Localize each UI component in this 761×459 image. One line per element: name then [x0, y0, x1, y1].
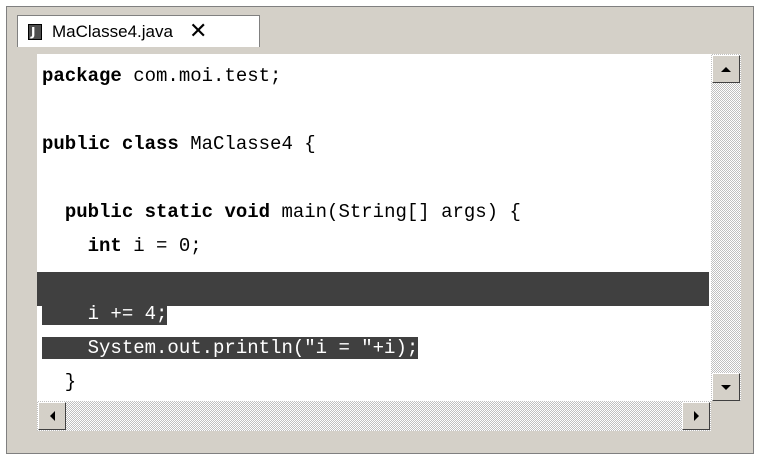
code-line: public class MaClasse4 { [42, 133, 316, 155]
editor-window: J MaClasse4.java ✕ package com.moi.test;… [6, 6, 754, 454]
code-line: } [42, 371, 77, 393]
arrow-up-icon [721, 66, 731, 72]
code-editor[interactable]: package com.moi.test; public class MaClas… [37, 54, 741, 431]
close-icon[interactable]: ✕ [189, 20, 207, 43]
code-line: int i = 0; [87, 235, 202, 257]
code-text: package com.moi.test; public class MaClas… [42, 59, 521, 433]
scroll-left-button[interactable] [38, 402, 66, 430]
code-line: public static void main(String[] args) { [64, 201, 521, 223]
tab-title: MaClasse4.java [52, 21, 173, 41]
code-line-selected: i += 4; [42, 303, 168, 325]
scroll-up-button[interactable] [712, 55, 740, 83]
scroll-right-button[interactable] [682, 402, 710, 430]
scroll-down-button[interactable] [712, 373, 740, 401]
tab-maclasse4-java[interactable]: J MaClasse4.java ✕ [17, 15, 260, 47]
java-file-icon: J [28, 23, 42, 40]
tab-bar: J MaClasse4.java ✕ [7, 7, 753, 47]
arrow-left-icon [49, 411, 55, 421]
horizontal-scrollbar[interactable] [37, 401, 711, 431]
arrow-down-icon [721, 384, 731, 390]
vertical-scrollbar[interactable] [711, 54, 741, 402]
code-line: package com.moi.test; [42, 65, 282, 87]
scrollbar-corner [711, 401, 741, 431]
code-line-selected: System.out.println("i = "+i); [42, 337, 419, 359]
arrow-right-icon [693, 411, 699, 421]
